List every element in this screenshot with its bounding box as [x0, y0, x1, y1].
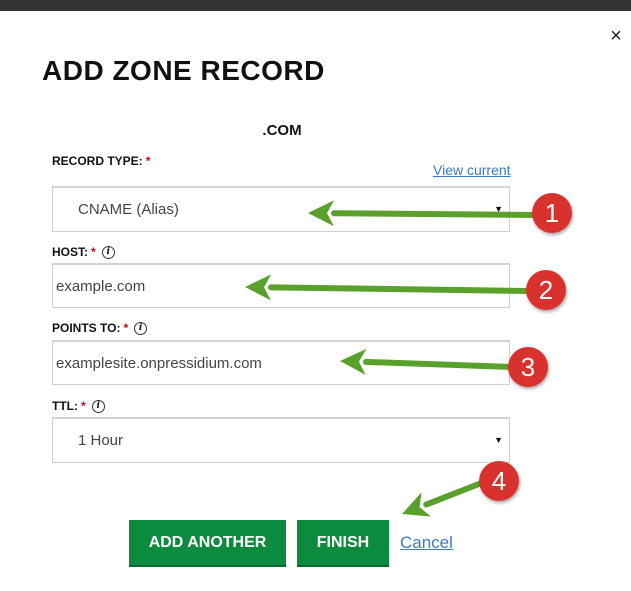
dropdown-caret-icon: ▼	[494, 204, 503, 214]
points-to-label: POINTS TO: * i	[52, 321, 148, 335]
info-icon[interactable]: i	[101, 245, 115, 259]
points-to-label-text: POINTS TO:	[52, 321, 121, 335]
ttl-value: 1 Hour	[78, 432, 124, 449]
host-label: HOST: * i	[52, 245, 115, 259]
ttl-label: TTL: * i	[52, 399, 105, 413]
required-mark: *	[81, 399, 86, 413]
record-type-select[interactable]: CNAME (Alias) ▼	[52, 186, 510, 232]
host-value: example.com	[56, 277, 146, 295]
points-to-input[interactable]: examplesite.onpressidium.com	[52, 340, 510, 385]
ttl-select[interactable]: 1 Hour ▼	[52, 417, 510, 463]
top-bar	[0, 0, 631, 11]
record-type-label: RECORD TYPE: *	[52, 154, 150, 168]
domain-name: .COM	[262, 122, 302, 139]
ttl-label-text: TTL:	[52, 399, 78, 413]
step-badge-1: 1	[532, 193, 572, 233]
step-badge-2: 2	[526, 270, 566, 310]
host-input[interactable]: example.com	[52, 263, 510, 308]
close-icon[interactable]: ×	[604, 24, 628, 48]
step-badge-number: 3	[521, 352, 535, 382]
cancel-link[interactable]: Cancel	[400, 533, 453, 553]
step-badge-number: 4	[492, 466, 506, 496]
info-icon[interactable]: i	[91, 399, 105, 413]
step-badge-4: 4	[479, 461, 519, 501]
finish-button[interactable]: FINISH	[297, 520, 389, 565]
record-type-label-text: RECORD TYPE:	[52, 154, 143, 168]
record-type-value: CNAME (Alias)	[78, 201, 179, 218]
required-mark: *	[123, 321, 129, 335]
add-another-button[interactable]: ADD ANOTHER	[129, 520, 286, 565]
annotation-arrow-4	[402, 479, 487, 517]
info-icon[interactable]: i	[134, 321, 148, 335]
step-badge-3: 3	[508, 347, 548, 387]
dialog-title: ADD ZONE RECORD	[42, 55, 325, 86]
view-current-link[interactable]: View current	[433, 162, 511, 178]
required-mark: *	[145, 154, 151, 168]
host-label-text: HOST:	[52, 245, 88, 259]
points-to-value: examplesite.onpressidium.com	[56, 354, 262, 372]
dropdown-caret-icon: ▼	[494, 435, 503, 445]
step-badge-number: 2	[539, 275, 553, 305]
required-mark: *	[91, 245, 96, 259]
step-badge-number: 1	[545, 198, 559, 228]
